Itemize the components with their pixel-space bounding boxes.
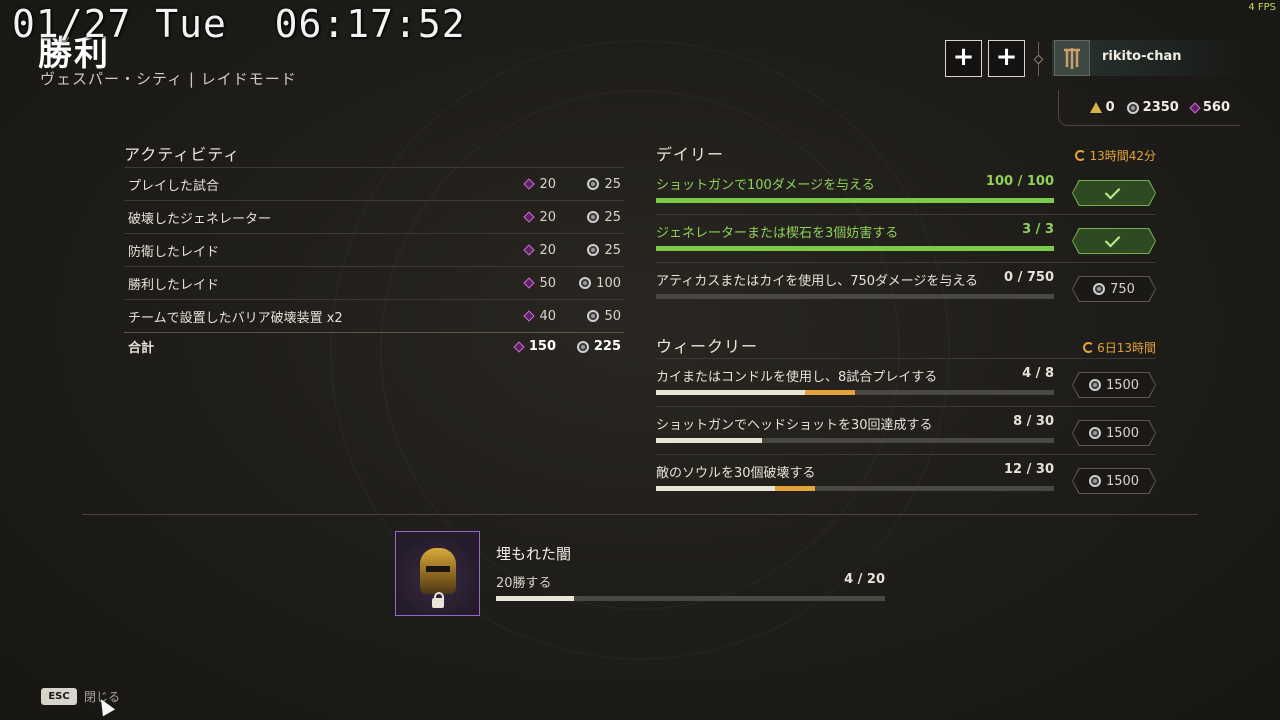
refresh-icon [1075,150,1087,161]
daily-title: デイリー [656,145,725,164]
progress-bar [656,294,1054,299]
add-button-2[interactable]: + [988,40,1025,77]
reward-button[interactable]: 1500 [1072,468,1156,494]
coin-icon [576,340,589,353]
avatar [1054,40,1090,76]
coin-icon [1093,283,1106,295]
esc-key-button[interactable]: ESC [41,688,77,705]
currency-triangle: 0 [1089,100,1115,115]
match-subtitle: ヴェスパー・シティ | レイドモード [40,70,297,88]
gem-icon [1189,101,1201,114]
triangle-currency-icon [1089,102,1102,113]
progress-bar [656,198,1054,203]
table-row: 勝利したレイド 50 100 [124,266,624,299]
claimed-reward-button[interactable] [1072,228,1156,254]
weekly-quest-3: 敵のソウルを30個破壊する 12 / 30 1500 [656,454,1156,500]
table-row: 防衛したレイド 20 25 [124,233,624,266]
fps-counter: 4 FPS [1248,2,1276,13]
check-icon [1104,231,1121,248]
coin-icon [1126,101,1139,114]
gem-icon [513,340,525,353]
progress-bar [656,486,1054,491]
currency-gems: 560 [1189,100,1230,115]
challenge-progress: 4 / 20 [844,572,885,587]
gem-icon [523,178,536,190]
daily-timer: 13時間42分 [1075,147,1156,164]
weekly-timer: 6日13時間 [1083,339,1156,356]
gem-icon [523,277,536,289]
overlay-clock: 01/27 Tue 06:17:52 [12,2,466,46]
helmet-charm-icon [420,548,456,594]
weekly-quest-1: カイまたはコンドルを使用し、8試合プレイする 4 / 8 1500 [656,358,1156,404]
gem-icon [523,310,536,322]
coin-icon [587,310,600,322]
coin-icon [1088,379,1101,391]
daily-quest-1: ショットガンで100ダメージを与える 100 / 100 [656,168,1156,212]
table-row: プレイした試合 20 25 [124,167,624,200]
progress-bar [656,246,1054,251]
coin-icon [587,244,600,256]
section-divider [82,514,1198,515]
coin-icon [1088,427,1101,439]
player-emblem-icon [1064,48,1080,69]
refresh-icon [1083,342,1095,353]
add-button-1[interactable]: + [945,40,982,77]
reward-button[interactable]: 750 [1072,276,1156,302]
progress-bar [656,438,1054,443]
challenge-title: 埋もれた闇 [496,545,572,563]
daily-quest-2: ジェネレーターまたは楔石を3個妨害する 3 / 3 [656,214,1156,260]
challenge-description: 20勝する [496,576,552,591]
lock-icon [432,592,444,608]
check-icon [1104,183,1121,200]
coin-icon [579,277,592,289]
daily-quest-3: アティカスまたはカイを使用し、750ダメージを与える 0 / 750 750 [656,262,1156,308]
coin-icon [587,211,600,223]
challenge-reward-image[interactable] [395,531,480,616]
weekly-title: ウィークリー [656,337,759,356]
claimed-reward-button[interactable] [1072,180,1156,206]
weekly-quest-2: ショットガンでヘッドショットを30回達成する 8 / 30 1500 [656,406,1156,452]
coin-icon [1088,475,1101,487]
header-divider [1038,42,1039,76]
gem-icon [523,244,536,256]
activity-title: アクティビティ [124,145,241,164]
total-row: 合計 150 225 [124,332,624,360]
progress-bar [656,390,1054,395]
table-row: 破壊したジェネレーター 20 25 [124,200,624,233]
coin-icon [587,178,600,190]
currency-bar: 0 2350 560 [1058,90,1240,126]
currency-coins: 2350 [1126,100,1179,115]
reward-button[interactable]: 1500 [1072,372,1156,398]
username: rikito-chan [1102,49,1182,64]
activity-table: プレイした試合 20 25 破壊したジェネレーター 20 25 防衛したレイド … [124,167,624,360]
reward-button[interactable]: 1500 [1072,420,1156,446]
table-row: チームで設置したバリア破壊装置 x2 40 50 [124,299,624,332]
challenge-progress-bar [496,596,885,601]
player-profile[interactable]: rikito-chan [1052,40,1240,76]
gem-icon [523,211,536,223]
